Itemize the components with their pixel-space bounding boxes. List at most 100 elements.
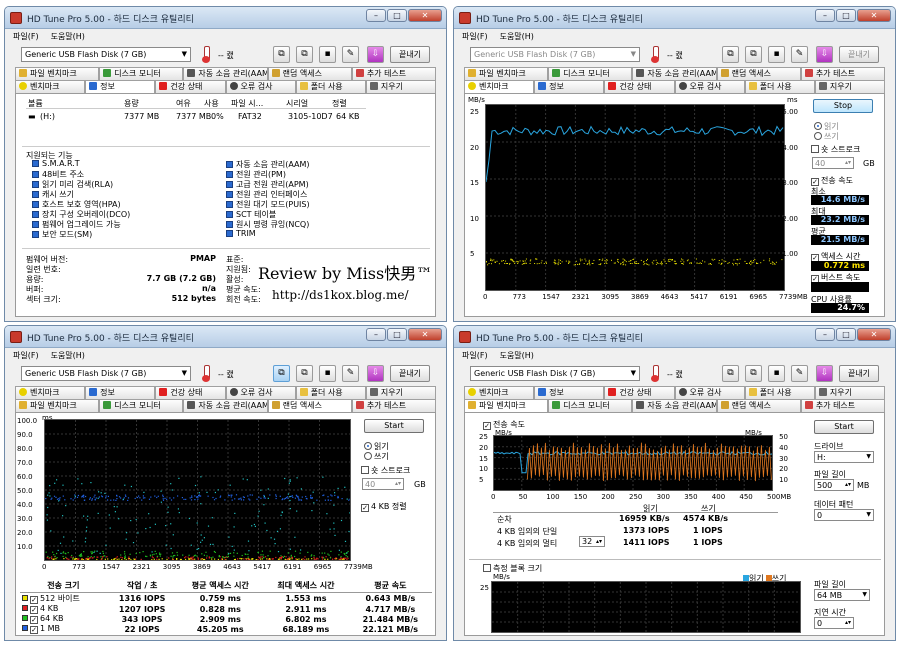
tab-info[interactable]: 정보 (534, 80, 605, 93)
minimize-button[interactable]: – (815, 328, 835, 341)
close-button[interactable]: ✕ (408, 9, 442, 22)
tab-disk-monitor[interactable]: 디스크 모니터 (99, 399, 184, 412)
tab-benchmark[interactable]: 벤치마크 (15, 386, 86, 399)
start-button[interactable]: Start (364, 419, 424, 433)
close-button[interactable]: ✕ (857, 328, 891, 341)
menu-help[interactable]: 도움말(H) (51, 31, 85, 41)
tab-benchmark[interactable]: 벤치마크 (464, 80, 535, 93)
maximize-button[interactable]: □ (387, 328, 407, 341)
tab-disk-monitor[interactable]: 디스크 모니터 (99, 67, 184, 80)
tab-health[interactable]: 건강 상태 (155, 80, 226, 93)
copy-screenshot-button[interactable]: ⧉ (296, 46, 313, 63)
close-button[interactable]: ✕ (857, 9, 891, 22)
transfer-size-cell[interactable]: ✓ 4 KB (20, 604, 107, 614)
download-button[interactable]: ⇩ (816, 365, 833, 382)
spinner-icon[interactable]: ▴▾ (845, 619, 851, 626)
minimize-button[interactable]: – (366, 9, 386, 22)
queue-depth-input[interactable]: 32 ▴▾ (579, 536, 605, 547)
checkbox-checked-icon[interactable]: ✓ (30, 616, 38, 624)
minimize-button[interactable]: – (366, 328, 386, 341)
options-button[interactable]: ✎ (342, 46, 359, 63)
file-length-input[interactable]: 500 ▴▾ (814, 479, 854, 491)
menu-file[interactable]: 파일(F) (13, 31, 39, 41)
spinner-icon[interactable]: ▴▾ (395, 480, 401, 487)
tab-aam[interactable]: 자동 소음 관리(AAM) (632, 67, 717, 80)
checkbox-checked-icon[interactable]: ✓ (30, 626, 38, 634)
title-bar[interactable]: HD Tune Pro 5.00 - 하드 디스크 유틸리티 – □ ✕ (5, 326, 446, 348)
tab-aam[interactable]: 자동 소음 관리(AAM) (183, 399, 268, 412)
short-stroke-checkbox[interactable]: 숏 스트로크 (811, 144, 860, 155)
short-stroke-checkbox[interactable]: 숏 스트로크 (361, 465, 410, 476)
tab-erase[interactable]: 지우기 (814, 386, 886, 399)
start-button[interactable]: Start (814, 420, 874, 434)
tab-health[interactable]: 건강 상태 (155, 386, 226, 399)
tab-error-scan[interactable]: 오류 검사 (225, 386, 296, 399)
exit-button[interactable]: 끝내기 (390, 365, 430, 382)
download-button[interactable]: ⇩ (367, 46, 384, 63)
data-pattern-select[interactable]: 0 ▼ (814, 509, 874, 521)
options-button[interactable]: ✎ (791, 365, 808, 382)
stroke-size-input[interactable]: 40 ▴▾ (812, 157, 854, 169)
menu-help[interactable]: 도움말(H) (51, 350, 85, 360)
tab-file-benchmark[interactable]: 파일 벤치마크 (464, 67, 549, 80)
tab-random-access[interactable]: 랜덤 액세스 (267, 67, 352, 80)
checkbox-checked-icon[interactable]: ✓ (30, 606, 38, 614)
tab-aam[interactable]: 자동 소음 관리(AAM) (632, 399, 717, 412)
block-file-length-select[interactable]: 64 MB ▼ (814, 589, 870, 601)
save-button[interactable]: ▪ (319, 365, 336, 382)
options-button[interactable]: ✎ (342, 365, 359, 382)
tab-error-scan[interactable]: 오류 검사 (674, 386, 745, 399)
download-button[interactable]: ⇩ (367, 365, 384, 382)
device-select[interactable]: Generic USB Flash Disk (7 GB) ▼ (470, 47, 640, 62)
tab-folder-usage[interactable]: 폴더 사용 (744, 80, 815, 93)
exit-button[interactable]: 끝내기 (839, 365, 879, 382)
transfer-rate-checkbox[interactable]: ✓ 전송 속도 (811, 175, 853, 186)
tab-extra-tests[interactable]: 추가 테스트 (351, 399, 437, 412)
maximize-button[interactable]: □ (836, 328, 856, 341)
tab-erase[interactable]: 지우기 (365, 386, 437, 399)
copy-screenshot-button[interactable]: ⧉ (745, 365, 762, 382)
spinner-icon[interactable]: ▴▾ (845, 481, 851, 488)
save-button[interactable]: ▪ (768, 46, 785, 63)
tab-info[interactable]: 정보 (534, 386, 605, 399)
menu-file[interactable]: 파일(F) (462, 350, 488, 360)
device-select[interactable]: Generic USB Flash Disk (7 GB) ▼ (21, 47, 191, 62)
tab-random-access[interactable]: 랜덤 액세스 (267, 399, 352, 412)
tab-folder-usage[interactable]: 폴더 사용 (295, 80, 366, 93)
volume-cell[interactable]: (H:) (40, 112, 55, 121)
tab-info[interactable]: 정보 (85, 80, 156, 93)
delay-input[interactable]: 0 ▴▾ (814, 617, 854, 629)
tab-error-scan[interactable]: 오류 검사 (225, 80, 296, 93)
tab-extra-tests[interactable]: 추가 테스트 (800, 399, 886, 412)
tab-random-access[interactable]: 랜덤 액세스 (716, 399, 801, 412)
options-button[interactable]: ✎ (791, 46, 808, 63)
block-size-checkbox[interactable]: 측정 블록 크기 (483, 563, 542, 574)
checkbox-checked-icon[interactable]: ✓ (30, 596, 38, 604)
tab-file-benchmark[interactable]: 파일 벤치마크 (464, 399, 549, 412)
menu-file[interactable]: 파일(F) (462, 31, 488, 41)
write-radio[interactable]: 쓰기 (364, 451, 389, 462)
tab-erase[interactable]: 지우기 (365, 80, 437, 93)
menu-help[interactable]: 도움말(H) (500, 350, 534, 360)
device-select[interactable]: Generic USB Flash Disk (7 GB) ▼ (470, 366, 640, 381)
title-bar[interactable]: HD Tune Pro 5.00 - 하드 디스크 유틸리티 – □ ✕ (454, 7, 895, 29)
tab-aam[interactable]: 자동 소음 관리(AAM) (183, 67, 268, 80)
copy-screenshot-button[interactable]: ⧉ (296, 365, 313, 382)
spinner-icon[interactable]: ▴▾ (596, 537, 602, 546)
stop-button[interactable]: Stop (813, 99, 873, 113)
tab-info[interactable]: 정보 (85, 386, 156, 399)
write-radio[interactable]: 쓰기 (814, 131, 839, 142)
tab-health[interactable]: 건강 상태 (604, 386, 675, 399)
copy-text-button[interactable]: ⧉ (722, 46, 739, 63)
copy-text-button[interactable]: ⧉ (722, 365, 739, 382)
copy-screenshot-button[interactable]: ⧉ (745, 46, 762, 63)
transfer-size-cell[interactable]: ✓ 64 KB (20, 614, 107, 624)
exit-button[interactable]: 끝내기 (390, 46, 430, 63)
transfer-size-cell[interactable]: ✓무작위 (20, 634, 107, 635)
tab-erase[interactable]: 지우기 (814, 80, 886, 93)
save-button[interactable]: ▪ (319, 46, 336, 63)
tab-file-benchmark[interactable]: 파일 벤치마크 (15, 399, 100, 412)
tab-benchmark[interactable]: 벤치마크 (464, 386, 535, 399)
align-4kb-checkbox[interactable]: ✓ 4 KB 정렬 (361, 501, 407, 512)
download-button[interactable]: ⇩ (816, 46, 833, 63)
